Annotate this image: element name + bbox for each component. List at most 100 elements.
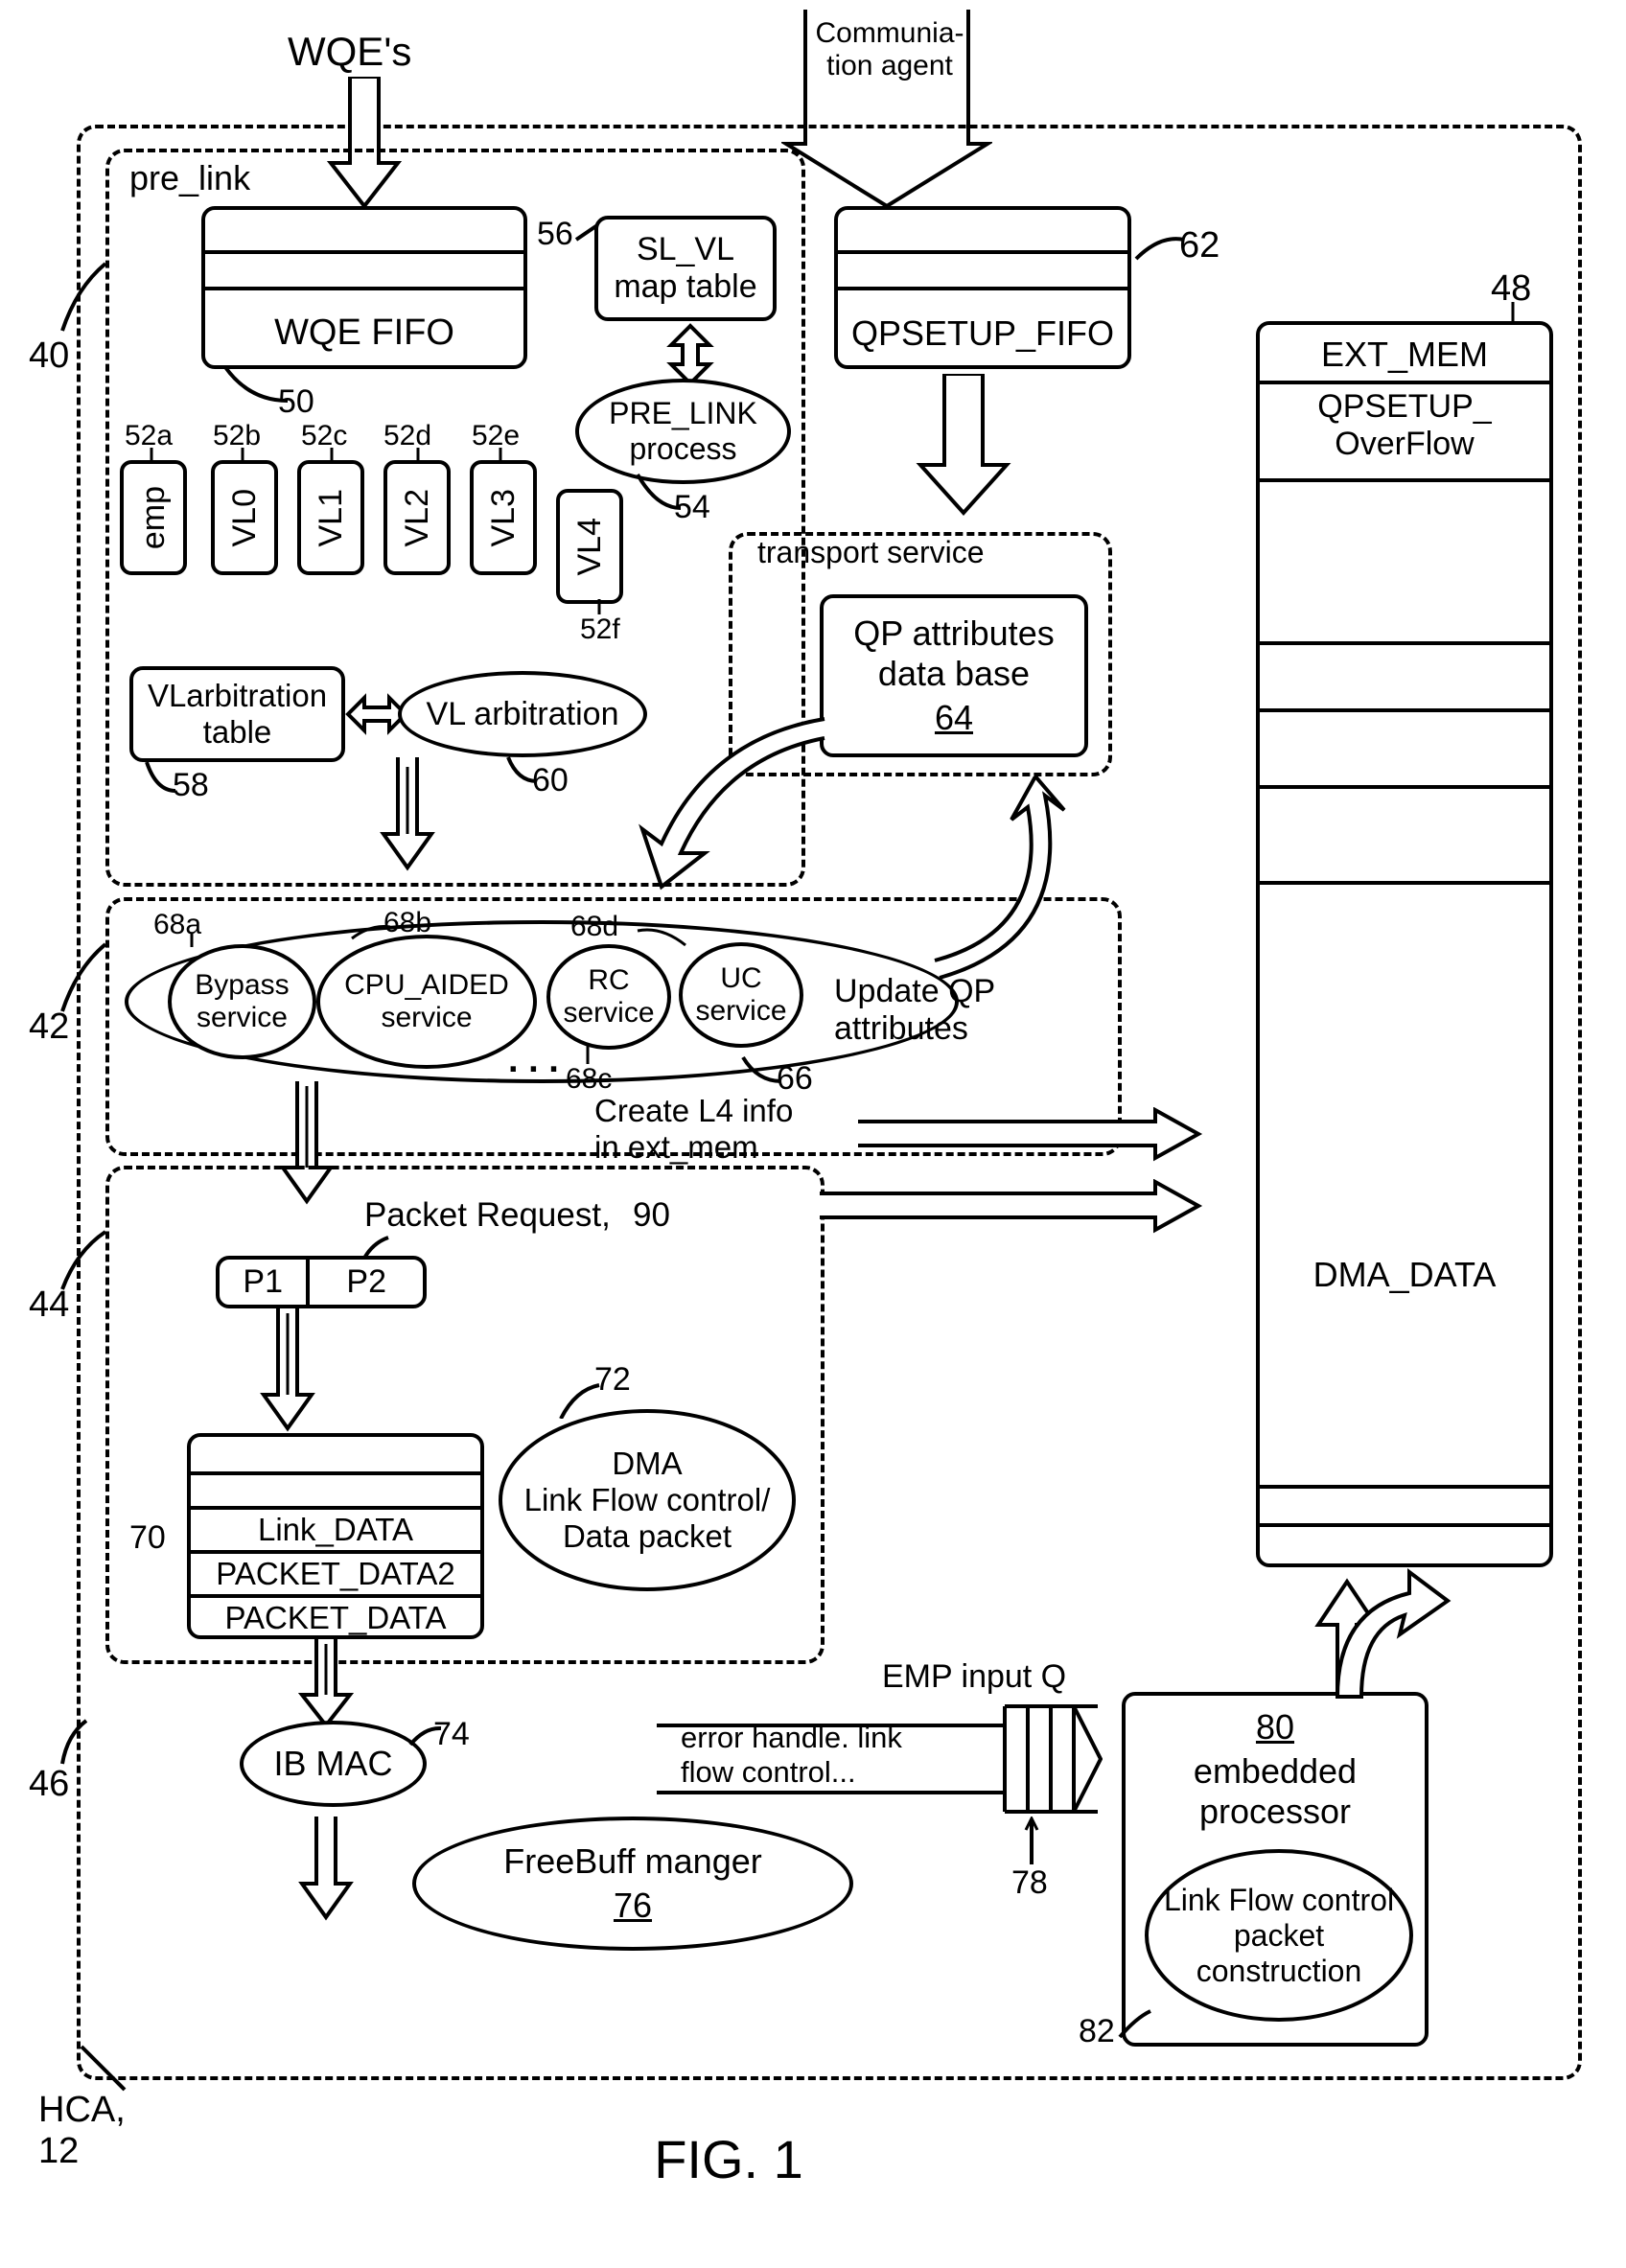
leader-68d	[633, 926, 690, 949]
ref-76: 76	[614, 1886, 652, 1926]
vlslot-vl0: VL0	[211, 460, 278, 575]
leader-52c	[324, 448, 343, 463]
p-slots: P1 P2	[216, 1256, 427, 1308]
down-arrow-to-ibmac	[297, 1639, 355, 1730]
ref-56: 56	[537, 216, 573, 253]
dma-ellipse: DMA Link Flow control/ Data packet	[499, 1409, 796, 1591]
sl-vl-label: SL_VL map table	[614, 231, 756, 306]
leader-46	[48, 1716, 105, 1773]
vlslot-vl1: VL1	[297, 460, 364, 575]
sl-vl-map-table: SL_VL map table	[594, 216, 777, 321]
leader-hca	[77, 2042, 153, 2118]
embedded-label: embedded processor	[1126, 1751, 1425, 1832]
leader-40	[53, 259, 120, 336]
ref-52f: 52f	[580, 613, 620, 646]
leader-60	[503, 752, 542, 791]
pre-link-process: PRE_LINK process	[575, 379, 791, 484]
qpsetup-fifo-label: QPSETUP_FIFO	[838, 313, 1127, 354]
leader-52b	[235, 448, 254, 463]
freebuff-label: FreeBuff manger	[503, 1841, 761, 1882]
transport-service-title: transport service	[757, 535, 985, 570]
leader-68a	[187, 934, 206, 949]
ref-70: 70	[129, 1519, 166, 1557]
leader-42	[53, 939, 120, 1016]
wqe-fifo: WQE FIFO	[201, 206, 527, 369]
leader-78	[1024, 1817, 1043, 1869]
emp-input-q-label: EMP input Q	[882, 1658, 1066, 1696]
comm-agent-arrow	[781, 10, 992, 211]
vlslot-vl4-label: VL4	[571, 518, 609, 576]
bypass-label: Bypass service	[195, 969, 289, 1034]
leader-44	[53, 1227, 120, 1294]
arrow-create-l4	[858, 1107, 1203, 1165]
leader-52a	[144, 448, 163, 463]
down-arrow-to-70	[259, 1308, 316, 1433]
vl-arbitration-label: VL arbitration	[427, 696, 619, 733]
embedded-processor: 80 embedded processor Link Flow control …	[1122, 1692, 1429, 2047]
rc-label: RC service	[563, 964, 654, 1030]
vlslot-vl0-label: VL0	[226, 489, 264, 547]
figure-title: FIG. 1	[537, 2128, 920, 2190]
vlslot-emp: emp	[120, 460, 187, 575]
leader-82	[1117, 2008, 1155, 2047]
embedded-sub-label: Link Flow control packet construction	[1164, 1883, 1394, 1989]
leader-68c	[580, 1045, 599, 1066]
vlslot-vl1-label: VL1	[313, 489, 350, 547]
ref-40: 40	[29, 336, 69, 377]
uc-label: UC service	[695, 962, 786, 1028]
qp-db-label: QP attributes data base	[853, 613, 1054, 694]
ib-mac-label: IB MAC	[273, 1744, 392, 1784]
leader-74	[407, 1724, 446, 1752]
ext-mem-dma-data: DMA_DATA	[1260, 1255, 1549, 1295]
leader-66	[738, 1053, 786, 1091]
leader-50	[221, 362, 297, 410]
create-l4-label: Create L4 info in ext_mem	[594, 1093, 863, 1166]
leader-52f	[592, 599, 611, 618]
leader-52e	[493, 448, 512, 463]
vl-arbitration: VL arbitration	[398, 671, 647, 757]
qpsetup-fifo: QPSETUP_FIFO	[834, 206, 1131, 369]
ref-82: 82	[1079, 2013, 1115, 2050]
p1-label: P1	[220, 1260, 310, 1305]
vlslot-vl2-label: VL2	[399, 489, 436, 547]
packet-request-label: Packet Request,	[364, 1196, 611, 1235]
ext-mem: EXT_MEM QPSETUP_ OverFlow DMA_DATA	[1256, 321, 1553, 1567]
curve-qp-to-services	[633, 700, 834, 901]
ref-68c: 68c	[566, 1063, 612, 1096]
qp-db: QP attributes data base 64	[820, 594, 1088, 757]
vlslot-emp-label: emp	[135, 486, 173, 549]
leader-58	[142, 757, 180, 805]
down-arrow-ibmac-out	[297, 1817, 355, 1922]
vlslot-vl3-label: VL3	[485, 489, 523, 547]
leader-68b	[347, 924, 395, 943]
leader-56	[573, 220, 602, 249]
packet-row1: PACKET_DATA2	[191, 1556, 480, 1592]
leader-48	[1505, 302, 1524, 325]
arrow-dma-to-extmem	[820, 1179, 1203, 1237]
leader-72	[556, 1380, 604, 1419]
vlslot-vl2: VL2	[383, 460, 451, 575]
wqe-input-label: WQE's	[288, 29, 411, 75]
vlslot-vl3: VL3	[470, 460, 537, 575]
ellipsis-dots: . . .	[508, 1040, 559, 1081]
wqe-fifo-label: WQE FIFO	[205, 312, 523, 354]
ref-90: 90	[633, 1196, 670, 1235]
ext-mem-title: EXT_MEM	[1260, 335, 1549, 375]
down-arrow-vlarb	[379, 757, 436, 872]
leader-54	[633, 470, 690, 518]
vl-arb-table-label: VLarbitration table	[148, 678, 327, 751]
up-curve-arrow	[1323, 1562, 1457, 1706]
p2-label: P2	[310, 1260, 423, 1305]
cpu-aided-label: CPU_AIDED service	[344, 969, 509, 1034]
ib-mac: IB MAC	[240, 1721, 427, 1807]
curve-update-qp	[920, 776, 1093, 997]
ref-78: 78	[1011, 1864, 1048, 1902]
link-flow-packet-construction: Link Flow control packet construction	[1145, 1849, 1413, 2022]
leader-62	[1131, 230, 1189, 268]
uc-service: UC service	[679, 942, 803, 1048]
emp-arrow-text: error handle. link flow control...	[681, 1721, 987, 1790]
vl-arb-table: VLarbitration table	[129, 666, 345, 762]
pre-link-proc-label: PRE_LINK process	[609, 396, 757, 467]
vlslot-vl4: VL4	[556, 489, 623, 604]
leader-52d	[410, 448, 430, 463]
